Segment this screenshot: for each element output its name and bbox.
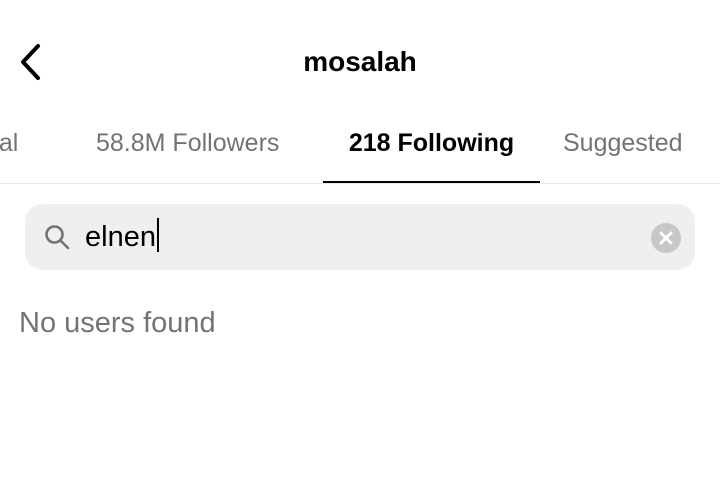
tab-following[interactable]: 218 Following — [323, 118, 540, 182]
header: mosalah — [0, 0, 720, 120]
tab-followers[interactable]: 58.8M Followers — [96, 118, 279, 182]
page-title: mosalah — [303, 46, 417, 77]
tab-suggested[interactable]: Suggested — [563, 118, 683, 182]
search-bar[interactable]: elnen — [25, 204, 695, 270]
tab-bar: tual 58.8M Followers 218 Following Sugge… — [0, 118, 720, 184]
clear-icon — [659, 231, 673, 245]
empty-results-message: No users found — [19, 307, 216, 339]
tab-mutual[interactable]: tual — [0, 118, 18, 182]
search-icon — [45, 225, 70, 250]
clear-search-button[interactable] — [651, 223, 681, 253]
text-caret — [156, 218, 159, 252]
search-input[interactable]: elnen — [85, 218, 159, 256]
tabs-divider — [0, 183, 720, 184]
search-input-value: elnen — [85, 221, 156, 253]
